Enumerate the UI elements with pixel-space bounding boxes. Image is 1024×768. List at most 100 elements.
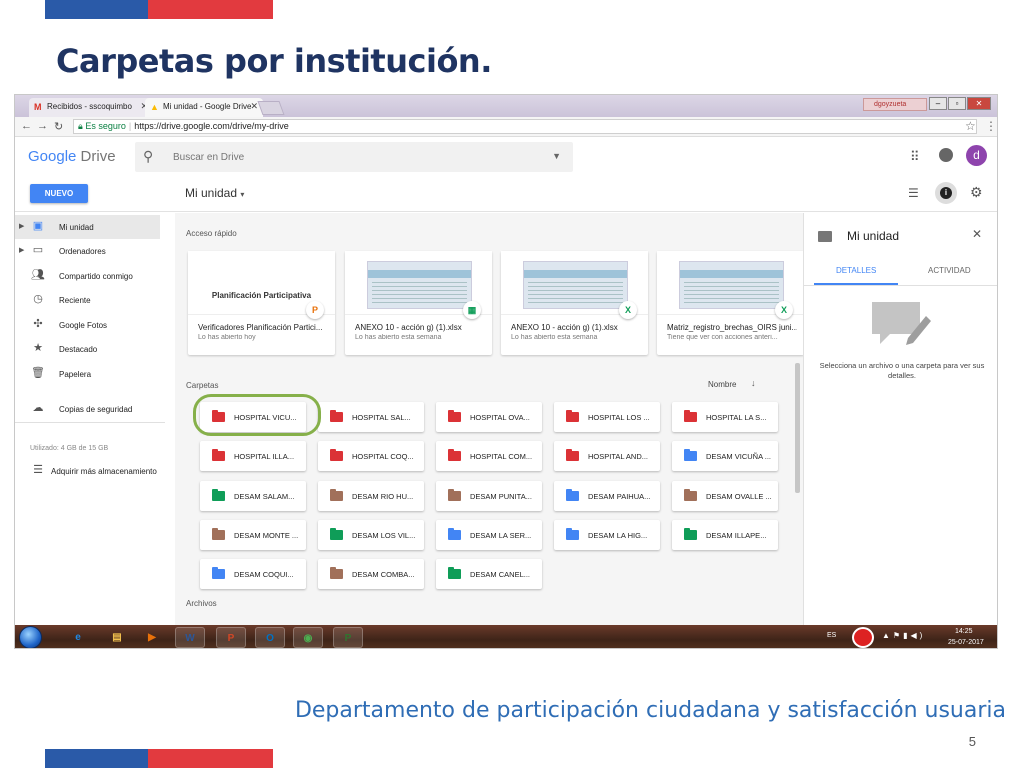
clock-date[interactable]: 25-07-2017 xyxy=(948,639,984,646)
google-drive-logo[interactable]: Google Drive xyxy=(28,148,116,165)
tab-gmail[interactable]: M Recibidos - sscoquimbo ✕ xyxy=(29,98,153,117)
window-close-button[interactable]: ✕ xyxy=(967,97,991,110)
sidebar-item-ordenadores[interactable]: ▶ ▭ Ordenadores xyxy=(15,239,160,263)
quick-access-card[interactable]: X ANEXO 10 - acción g) (1).xlsx Lo has abi… xyxy=(501,251,648,355)
expand-arrow-icon[interactable]: ▶ xyxy=(19,246,24,254)
location-title[interactable]: Mi unidad ▾ xyxy=(185,186,244,200)
expand-arrow-icon[interactable]: ▶ xyxy=(19,222,24,230)
cloud-icon: ☁ xyxy=(32,402,44,414)
start-button[interactable] xyxy=(19,626,42,648)
folder-item[interactable]: DESAM ILLAPE... xyxy=(672,520,778,550)
slides-file-icon: P xyxy=(306,301,324,319)
sidebar-item-mi-unidad[interactable]: ▶ ▣ Mi unidad xyxy=(15,215,160,239)
url-input[interactable]: 🔒︎ Es seguro | https://drive.google.com/dr… xyxy=(73,119,977,134)
folder-name: HOSPITAL COM... xyxy=(470,452,533,461)
sidebar-item-google-fotos[interactable]: ✣ Google Fotos xyxy=(15,313,160,337)
search-box[interactable]: ⚲ ▼ xyxy=(135,142,573,172)
folder-item[interactable]: DESAM LOS VIL... xyxy=(318,520,424,550)
close-icon[interactable]: ✕ xyxy=(972,227,982,241)
folder-item[interactable]: HOSPITAL LOS ... xyxy=(554,402,660,432)
search-input[interactable] xyxy=(173,152,473,163)
antivirus-icon[interactable] xyxy=(852,627,874,648)
sidebar-item-compartido[interactable]: 👥︎ Compartido conmigo xyxy=(15,264,160,288)
quick-access-card[interactable]: X Matriz_registro_brechas_OIRS juni... Tie… xyxy=(657,251,803,355)
folder-item[interactable]: HOSPITAL LA S... xyxy=(672,402,778,432)
menu-dots-icon[interactable]: ⋮ xyxy=(985,119,997,133)
gear-icon[interactable]: ⚙ xyxy=(970,184,983,201)
tray-icons[interactable]: ▲⚑▮◀) xyxy=(882,631,925,640)
sidebar-item-copias[interactable]: ☁ Copias de seguridad xyxy=(15,397,160,421)
scrollbar[interactable] xyxy=(795,363,800,493)
sidebar-item-label: Destacado xyxy=(59,345,98,354)
sort-arrow-icon[interactable]: ↓ xyxy=(751,378,756,388)
folder-icon xyxy=(448,567,461,579)
folder-item[interactable]: DESAM RIO HU... xyxy=(318,481,424,511)
language-indicator[interactable]: ES xyxy=(827,632,836,639)
folder-item[interactable]: DESAM OVALLE ... xyxy=(672,481,778,511)
project-icon[interactable]: P xyxy=(333,627,363,648)
folder-item[interactable]: DESAM CANEL... xyxy=(436,559,542,589)
folder-item[interactable]: DESAM LA SER... xyxy=(436,520,542,550)
back-icon[interactable]: ← xyxy=(21,120,32,132)
sidebar-item-label: Mi unidad xyxy=(59,223,94,232)
info-icon[interactable]: i xyxy=(935,182,957,204)
quick-access-card[interactable]: ▦ ANEXO 10 - acción g) (1).xlsx Lo has abi… xyxy=(345,251,492,355)
tab-activity[interactable]: ACTIVIDAD xyxy=(928,266,971,275)
quick-access-card[interactable]: Planificación Participativa P Verificadore… xyxy=(188,251,335,355)
folder-item[interactable]: DESAM PUNITA... xyxy=(436,481,542,511)
reload-icon[interactable]: ↻ xyxy=(54,120,63,133)
folder-item[interactable]: DESAM COMBA... xyxy=(318,559,424,589)
search-icon[interactable]: ⚲ xyxy=(143,148,153,165)
minimize-button[interactable]: – xyxy=(929,97,947,110)
sidebar-item-destacado[interactable]: ★ Destacado xyxy=(15,337,160,361)
new-tab-button[interactable] xyxy=(257,101,285,115)
folder-item[interactable]: DESAM LA HIG... xyxy=(554,520,660,550)
forward-icon[interactable]: → xyxy=(37,120,48,132)
maximize-button[interactable]: ▫ xyxy=(948,97,966,110)
browser-tab-bar: M Recibidos - sscoquimbo ✕ ▲ Mi unidad -… xyxy=(15,95,997,117)
folder-item[interactable]: HOSPITAL AND... xyxy=(554,441,660,471)
folder-item[interactable]: HOSPITAL SAL... xyxy=(318,402,424,432)
list-view-icon[interactable]: ☰ xyxy=(908,186,919,200)
url-separator: | xyxy=(128,121,132,131)
media-player-icon[interactable]: ▶ xyxy=(137,627,167,648)
sort-by-name[interactable]: Nombre xyxy=(708,380,736,389)
folder-item[interactable]: DESAM PAIHUA... xyxy=(554,481,660,511)
close-icon[interactable]: ✕ xyxy=(250,101,258,112)
folder-item[interactable]: HOSPITAL ILLA... xyxy=(200,441,306,471)
trash-icon: 🗑︎ xyxy=(31,367,45,379)
explorer-icon[interactable]: ▤ xyxy=(102,627,132,648)
powerpoint-icon[interactable]: P xyxy=(216,627,246,648)
chrome-icon[interactable]: ◉ xyxy=(293,627,323,648)
apps-grid-icon[interactable]: ⠿ xyxy=(910,149,920,165)
avatar[interactable]: d xyxy=(966,145,987,166)
sidebar-item-papelera[interactable]: 🗑︎ Papelera xyxy=(15,362,160,386)
new-button[interactable]: NUEVO xyxy=(30,184,88,203)
bottom-flag-bar xyxy=(45,749,273,768)
clock-time[interactable]: 14:25 xyxy=(955,628,973,635)
address-bar-row: ← → ↻ 🔒︎ Es seguro | https://drive.google.… xyxy=(15,117,997,137)
folder-item[interactable]: HOSPITAL COM... xyxy=(436,441,542,471)
tab-drive[interactable]: ▲ Mi unidad - Google Drive ✕ xyxy=(145,98,263,117)
files-heading: Archivos xyxy=(186,599,217,608)
buy-storage-link[interactable]: ☰ Adquirir más almacenamiento xyxy=(15,459,160,483)
notifications-icon[interactable] xyxy=(939,148,953,162)
sidebar-item-reciente[interactable]: ◷ Reciente xyxy=(15,288,160,312)
file-last-opened: Lo has abierto esta semana xyxy=(511,334,598,341)
search-options-icon[interactable]: ▼ xyxy=(552,151,561,161)
profile-chip[interactable]: dgoyzueta xyxy=(863,98,927,111)
folder-item[interactable]: DESAM VICUÑA ... xyxy=(672,441,778,471)
tab-details[interactable]: DETALLES xyxy=(836,266,876,275)
folder-item[interactable]: HOSPITAL COQ... xyxy=(318,441,424,471)
folder-item[interactable]: HOSPITAL OVA... xyxy=(436,402,542,432)
folder-item[interactable]: DESAM COQUI... xyxy=(200,559,306,589)
outlook-icon[interactable]: O xyxy=(255,627,285,648)
sidebar-item-label: Ordenadores xyxy=(59,247,106,256)
ie-icon[interactable]: e xyxy=(63,627,93,648)
spreadsheet-file-icon: X xyxy=(619,301,637,319)
folder-item[interactable]: DESAM SALAM... xyxy=(200,481,306,511)
folder-item[interactable]: DESAM MONTE ... xyxy=(200,520,306,550)
word-icon[interactable]: W xyxy=(175,627,205,648)
bookmark-star-icon[interactable]: ☆ xyxy=(965,119,976,133)
folder-name: HOSPITAL LA S... xyxy=(706,413,767,422)
